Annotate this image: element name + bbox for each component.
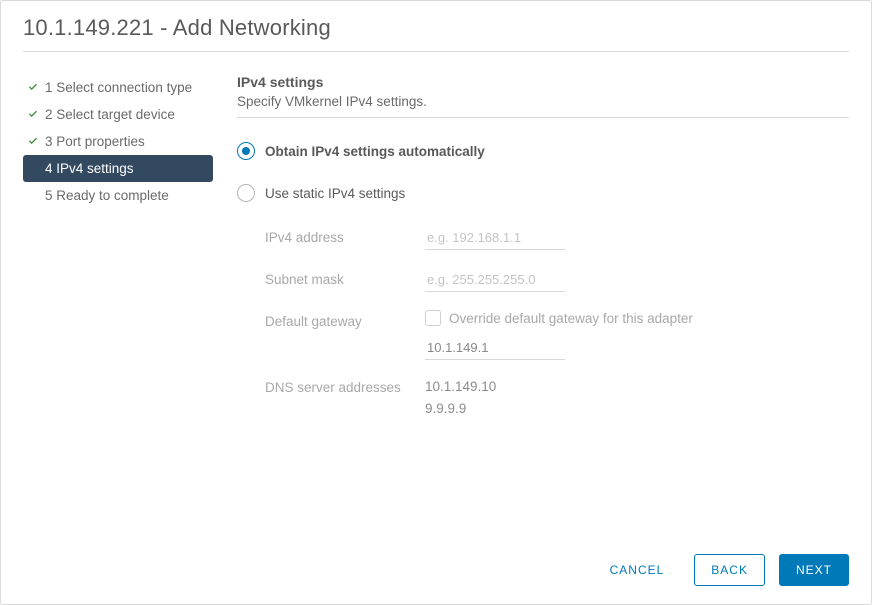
label-subnet-mask: Subnet mask: [265, 268, 425, 287]
panel-subtitle: Specify VMkernel IPv4 settings.: [237, 94, 849, 109]
label-default-gateway: Default gateway: [265, 310, 425, 329]
checkbox-override-gateway[interactable]: [425, 310, 441, 326]
dialog-title: 10.1.149.221 - Add Networking: [23, 15, 849, 41]
step-label: 2 Select target device: [45, 107, 175, 122]
panel-ipv4-settings: IPv4 settings Specify VMkernel IPv4 sett…: [223, 74, 849, 540]
radio-label: Obtain IPv4 settings automatically: [265, 144, 485, 159]
radio-label: Use static IPv4 settings: [265, 186, 405, 201]
wizard-sidebar: 1 Select connection type 2 Select target…: [23, 74, 223, 540]
row-dns-servers: DNS server addresses 10.1.149.10 9.9.9.9: [265, 376, 849, 419]
panel-divider: [237, 117, 849, 118]
dialog-body: 1 Select connection type 2 Select target…: [1, 60, 871, 540]
next-button[interactable]: NEXT: [779, 554, 849, 586]
label-ipv4-address: IPv4 address: [265, 226, 425, 245]
dialog-footer: CANCEL BACK NEXT: [1, 540, 871, 604]
step-connection-type[interactable]: 1 Select connection type: [23, 74, 213, 101]
dns-value-1: 10.1.149.10: [425, 376, 849, 398]
header-divider: [23, 51, 849, 52]
cancel-button[interactable]: CANCEL: [594, 555, 681, 585]
step-ipv4-settings[interactable]: 4 IPv4 settings: [23, 155, 213, 182]
step-port-properties[interactable]: 3 Port properties: [23, 128, 213, 155]
radio-use-static[interactable]: Use static IPv4 settings: [237, 184, 849, 202]
label-override-gateway: Override default gateway for this adapte…: [449, 311, 693, 326]
add-networking-dialog: 10.1.149.221 - Add Networking 1 Select c…: [0, 0, 872, 605]
input-default-gateway[interactable]: [425, 336, 565, 360]
step-target-device[interactable]: 2 Select target device: [23, 101, 213, 128]
static-settings-form: IPv4 address Subnet mask Default gateway: [265, 226, 849, 419]
row-ipv4-address: IPv4 address: [265, 226, 849, 252]
row-subnet-mask: Subnet mask: [265, 268, 849, 294]
input-ipv4-address[interactable]: [425, 226, 565, 250]
label-dns-servers: DNS server addresses: [265, 376, 425, 395]
step-ready-complete[interactable]: 5 Ready to complete: [23, 182, 213, 209]
step-label: 1 Select connection type: [45, 80, 192, 95]
back-button[interactable]: BACK: [694, 554, 765, 586]
panel-title: IPv4 settings: [237, 74, 849, 90]
step-label: 3 Port properties: [45, 134, 145, 149]
input-subnet-mask[interactable]: [425, 268, 565, 292]
checkmark-icon: [27, 135, 39, 147]
dns-server-values: 10.1.149.10 9.9.9.9: [425, 376, 849, 419]
radio-obtain-auto[interactable]: Obtain IPv4 settings automatically: [237, 142, 849, 160]
radio-icon: [237, 142, 255, 160]
dns-value-2: 9.9.9.9: [425, 398, 849, 420]
checkmark-icon: [27, 108, 39, 120]
radio-icon: [237, 184, 255, 202]
checkmark-icon: [27, 81, 39, 93]
step-label: 5 Ready to complete: [45, 188, 169, 203]
dialog-header: 10.1.149.221 - Add Networking: [1, 1, 871, 60]
step-label: 4 IPv4 settings: [45, 161, 134, 176]
row-default-gateway: Default gateway Override default gateway…: [265, 310, 849, 360]
